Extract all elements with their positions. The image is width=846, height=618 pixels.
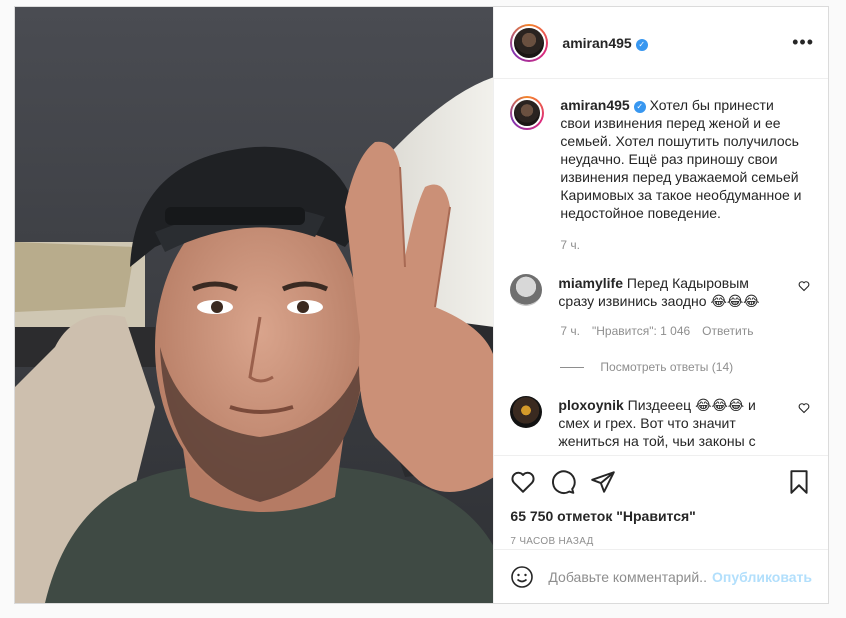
- selfie-image: [15, 7, 494, 603]
- comment-bubble-icon[interactable]: [550, 469, 577, 495]
- caption-text-block: amiran495 ✓ Хотел бы принести свои извине…: [560, 96, 805, 222]
- view-replies-label[interactable]: Посмотреть ответы (14): [600, 360, 733, 374]
- caption-meta: 7 ч.: [560, 238, 812, 252]
- add-comment-bar: Опубликовать: [494, 549, 828, 603]
- instagram-post: amiran495 ✓ ••• amiran495 ✓ Хотел бы прине…: [14, 6, 829, 604]
- post-photo[interactable]: [15, 7, 494, 603]
- share-paper-plane-icon[interactable]: [590, 469, 616, 495]
- comment-item: ploxoynik Пиздееец 😂😂😂 и смех и грех. Во…: [510, 396, 812, 450]
- like-comment-heart-icon[interactable]: [798, 280, 810, 292]
- verified-badge-icon: ✓: [635, 38, 648, 51]
- caption-author-username[interactable]: amiran495: [560, 97, 629, 113]
- caption-author-avatar[interactable]: [510, 96, 545, 130]
- replies-divider-line: [560, 366, 585, 368]
- save-bookmark-icon[interactable]: [786, 469, 812, 495]
- caption-text: Хотел бы принести свои извинения перед ж…: [560, 97, 802, 221]
- like-count[interactable]: 65 750 отметок "Нравится": [510, 508, 812, 524]
- comment-item: miamylife Перед Кадыровым сразу извинись…: [510, 274, 812, 310]
- emoji-icon[interactable]: [510, 565, 534, 589]
- reply-button[interactable]: Ответить: [702, 324, 753, 338]
- verified-badge-icon: ✓: [633, 101, 646, 113]
- publish-button[interactable]: Опубликовать: [712, 569, 812, 585]
- comment-username[interactable]: ploxoynik: [558, 397, 623, 413]
- commenter-avatar[interactable]: [510, 274, 543, 306]
- view-replies-button[interactable]: Посмотреть ответы (14): [560, 360, 812, 374]
- caption-time[interactable]: 7 ч.: [560, 238, 580, 252]
- comment-text-block: ploxoynik Пиздееец 😂😂😂 и смех и грех. Во…: [558, 396, 788, 450]
- author-avatar[interactable]: [510, 23, 549, 62]
- comment-input[interactable]: [548, 568, 709, 585]
- post-actions: 65 750 отметок "Нравится" 7 часов назад: [494, 455, 828, 551]
- post-timestamp[interactable]: 7 часов назад: [510, 536, 812, 547]
- more-options-icon[interactable]: •••: [792, 33, 814, 51]
- like-heart-icon[interactable]: [510, 469, 536, 495]
- comment-meta: 7 ч. "Нравится": 1 046 Ответить: [560, 324, 812, 338]
- action-icons-row: [510, 466, 812, 498]
- comment-like-count[interactable]: "Нравится": 1 046: [592, 324, 690, 338]
- author-username[interactable]: amiran495 ✓: [562, 35, 648, 51]
- commenter-avatar[interactable]: [510, 396, 543, 428]
- comment-username[interactable]: miamylife: [558, 275, 623, 291]
- like-comment-heart-icon[interactable]: [798, 402, 810, 414]
- comment-time[interactable]: 7 ч.: [560, 324, 580, 338]
- caption: amiran495 ✓ Хотел бы принести свои извине…: [510, 96, 812, 222]
- comment-text-block: miamylife Перед Кадыровым сразу извинись…: [558, 274, 788, 310]
- author-username-text[interactable]: amiran495: [562, 35, 631, 51]
- post-side-panel: amiran495 ✓ ••• amiran495 ✓ Хотел бы прине…: [493, 7, 828, 603]
- post-header: amiran495 ✓ •••: [494, 7, 828, 79]
- comments-area[interactable]: amiran495 ✓ Хотел бы принести свои извине…: [494, 80, 828, 454]
